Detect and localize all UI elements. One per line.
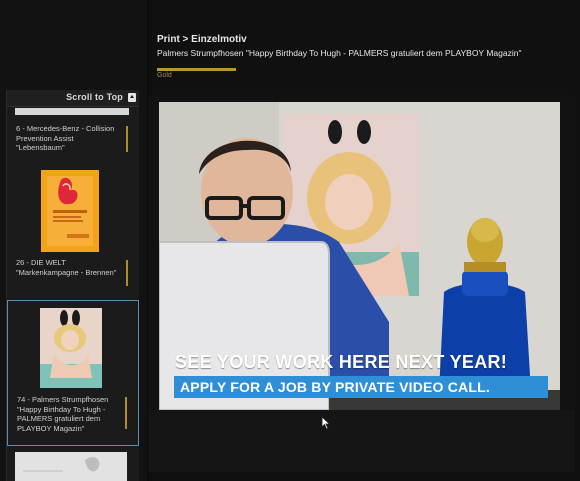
thumbnail-image xyxy=(41,170,99,252)
item-label: 74 - Palmers Strumpfhosen "Happy Birthda… xyxy=(17,395,109,433)
sidebar: Scroll to Top 6 - Mercedes-Benz - Collis… xyxy=(0,0,148,481)
app-window: Scroll to Top 6 - Mercedes-Benz - Collis… xyxy=(0,0,580,481)
award-label: Gold xyxy=(157,72,172,79)
list-item[interactable]: 26 - DIE WELT "Markenkampagne - Brennen" xyxy=(7,168,139,294)
award-bar xyxy=(157,68,236,71)
thumbnail-image xyxy=(40,308,102,388)
thumbnail-list[interactable]: Scroll to Top 6 - Mercedes-Benz - Collis… xyxy=(6,90,139,481)
item-accent-bar xyxy=(126,260,128,286)
breadcrumb[interactable]: Print > Einzelmotiv xyxy=(157,34,247,45)
page-title: Palmers Strumpfhosen "Happy Birthday To … xyxy=(157,48,522,58)
thumbnail-image xyxy=(15,452,127,481)
video-controls-area xyxy=(148,410,575,472)
overlay-headline: SEE YOUR WORK HERE NEXT YEAR! xyxy=(175,352,508,372)
thumbnail-partial[interactable] xyxy=(15,108,129,115)
list-item-selected[interactable]: 74 - Palmers Strumpfhosen "Happy Birthda… xyxy=(7,300,139,446)
item-accent-bar xyxy=(126,126,128,152)
item-accent-bar xyxy=(125,397,127,429)
list-item[interactable]: 6 - Mercedes-Benz - Collision Prevention… xyxy=(7,120,139,160)
list-item[interactable] xyxy=(7,452,139,481)
item-label: 26 - DIE WELT "Markenkampagne - Brennen" xyxy=(16,258,117,277)
scroll-top-icon[interactable] xyxy=(128,93,136,102)
item-label: 6 - Mercedes-Benz - Collision Prevention… xyxy=(16,124,115,152)
mouse-cursor-icon xyxy=(321,416,331,430)
scroll-to-top-link[interactable]: Scroll to Top xyxy=(66,92,123,102)
scroll-header: Scroll to Top xyxy=(7,90,139,107)
overlay-subline: APPLY FOR A JOB BY PRIVATE VIDEO CALL. xyxy=(180,379,490,395)
